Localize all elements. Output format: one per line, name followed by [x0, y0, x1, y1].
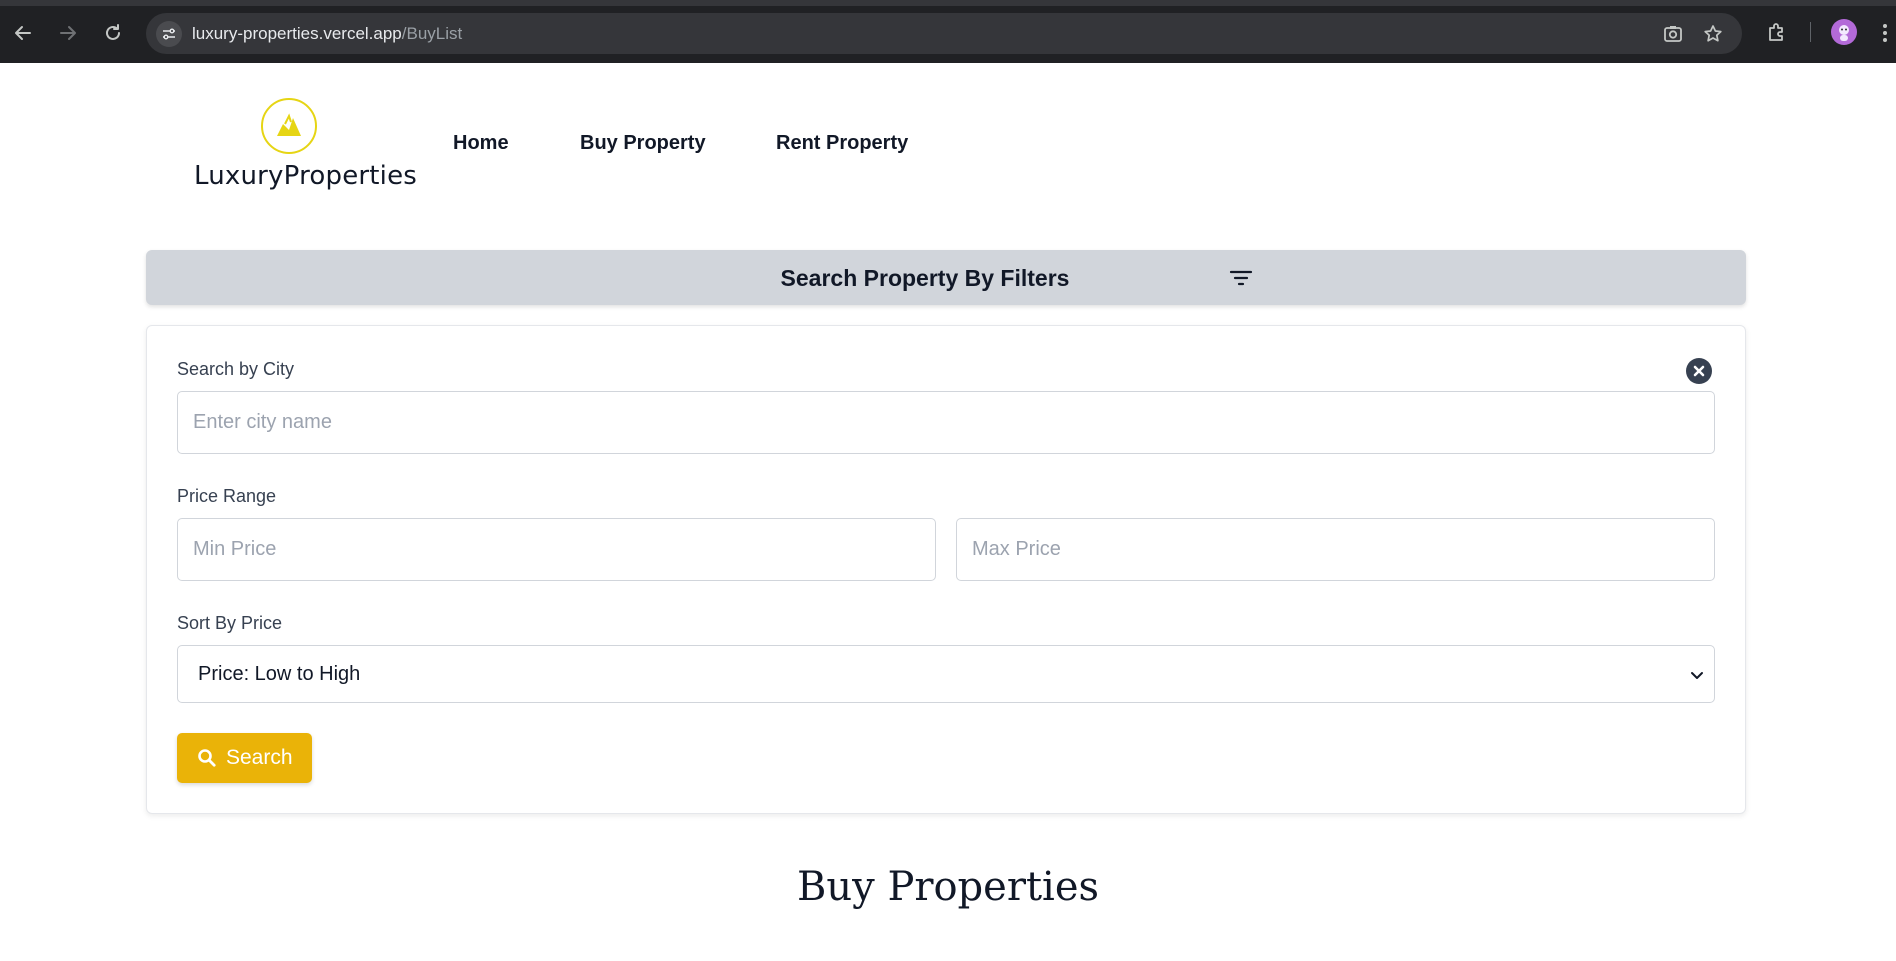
logo-text[interactable]: LuxuryProperties	[194, 161, 417, 191]
site-info-icon[interactable]	[156, 21, 182, 47]
filter-title-text: Search Property By Filters	[780, 265, 1070, 291]
sort-select[interactable]: Price: Low to High	[177, 645, 1715, 703]
search-button[interactable]: Search	[177, 733, 312, 783]
min-price-input[interactable]	[177, 518, 936, 581]
address-bar[interactable]: luxury-properties.vercel.app/BuyList	[146, 13, 1742, 54]
city-search-input[interactable]	[177, 391, 1715, 454]
bookmark-star-icon[interactable]	[1702, 23, 1724, 45]
profile-avatar-icon[interactable]	[1831, 19, 1857, 45]
tab-strip	[0, 0, 1896, 6]
max-price-input[interactable]	[956, 518, 1715, 581]
back-arrow-icon[interactable]	[10, 20, 36, 46]
close-icon[interactable]	[1686, 358, 1712, 384]
filter-title: Search Property By Filters	[146, 265, 1746, 292]
url-text[interactable]: luxury-properties.vercel.app/BuyList	[192, 24, 462, 44]
sort-by-price-label: Sort By Price	[177, 613, 283, 633]
search-icon	[197, 748, 217, 768]
nav-link-buy-property[interactable]: Buy Property	[580, 132, 706, 155]
price-range-label: Price Range	[177, 486, 277, 506]
chevron-down-icon	[1690, 668, 1704, 682]
nav-link-home[interactable]: Home	[453, 132, 509, 155]
filter-lines-icon	[1229, 268, 1253, 288]
url-path: /BuyList	[401, 24, 463, 43]
url-host: luxury-properties.vercel.app	[192, 24, 402, 43]
logo-icon[interactable]	[261, 98, 317, 154]
nav-link-rent-property[interactable]: Rent Property	[776, 132, 908, 155]
google-lens-icon[interactable]	[1662, 23, 1684, 45]
toolbar-divider	[1810, 22, 1811, 42]
forward-arrow-icon[interactable]	[55, 20, 81, 46]
city-label: Search by City	[177, 359, 295, 379]
reload-icon[interactable]	[100, 20, 126, 46]
browser-toolbar: luxury-properties.vercel.app/BuyList	[0, 0, 1896, 63]
filter-toggle-bar[interactable]: Search Property By Filters	[146, 250, 1746, 305]
menu-dots-icon[interactable]	[1880, 20, 1890, 46]
extensions-icon[interactable]	[1765, 20, 1789, 44]
sort-select-value: Price: Low to High	[198, 663, 361, 685]
search-button-label: Search	[226, 746, 293, 769]
section-title: Buy Properties	[796, 864, 1100, 910]
